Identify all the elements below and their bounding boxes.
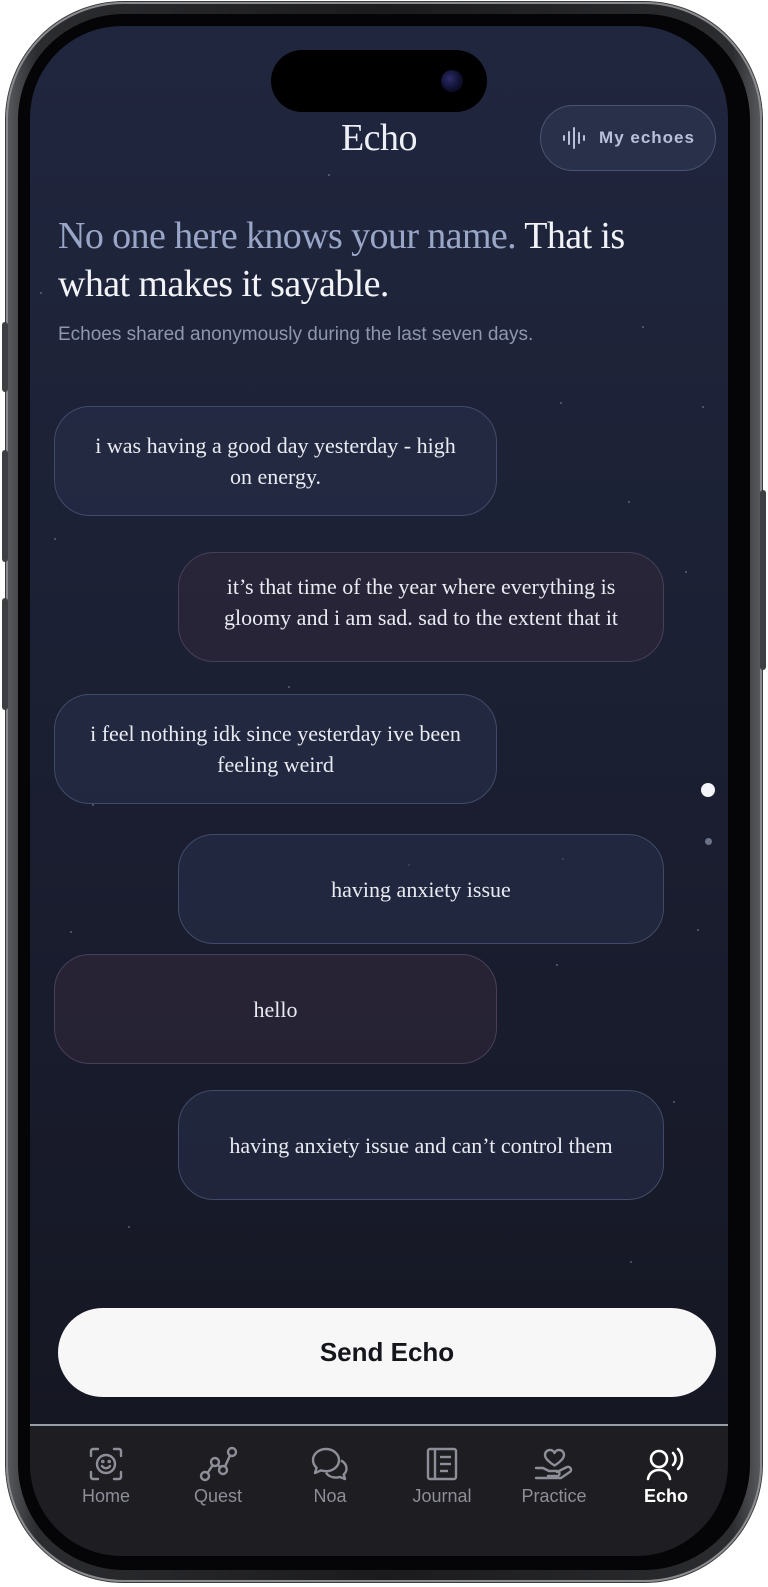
screen: Echo My echoes No one here knows your na… [30, 26, 728, 1556]
star [70, 931, 72, 933]
my-echoes-label: My echoes [599, 128, 695, 147]
star [288, 686, 290, 688]
page-indicator-inactive[interactable] [705, 838, 712, 845]
echo-bubble[interactable]: hello [54, 954, 497, 1064]
star [685, 571, 687, 573]
tab-label: Quest [193, 1486, 243, 1506]
my-echoes-button[interactable]: My echoes [540, 105, 716, 171]
echo-text: hello [253, 996, 298, 1022]
star [556, 964, 558, 966]
star [702, 406, 704, 408]
echo-text: i feel nothing idk since yesterday ive b… [90, 721, 461, 777]
tab-label: Noa [313, 1486, 347, 1506]
star [128, 1226, 130, 1228]
camera-lens-icon [441, 70, 463, 92]
tab-label: Practice [521, 1486, 587, 1506]
intro-heading: No one here knows your name. That is wha… [58, 212, 658, 308]
star [697, 929, 699, 931]
star [628, 501, 630, 503]
hand-heart-icon [534, 1448, 573, 1480]
star [560, 402, 562, 404]
star [673, 1101, 675, 1103]
star [328, 174, 330, 176]
echo-text: i was having a good day yesterday - high… [95, 433, 456, 489]
echo-bubble[interactable]: i feel nothing idk since yesterday ive b… [54, 694, 497, 804]
tab-journal[interactable]: Journal [387, 1446, 497, 1507]
tab-home[interactable]: Home [51, 1446, 161, 1507]
action-button [2, 322, 8, 392]
star [40, 292, 42, 294]
echo-text: it’s that time of the year where everyth… [223, 574, 619, 630]
notebook-icon [426, 1447, 458, 1481]
send-echo-button[interactable]: Send Echo [58, 1308, 716, 1397]
star [54, 538, 56, 540]
volume-up-button [2, 450, 8, 562]
echo-bubble[interactable]: i was having a good day yesterday - high… [54, 406, 497, 516]
star [92, 804, 94, 806]
intro-heading-muted: No one here knows your name. [58, 215, 517, 257]
echo-bubble[interactable]: having anxiety issue [178, 834, 664, 944]
speaking-head-icon [646, 1447, 684, 1481]
echo-bubble[interactable]: it’s that time of the year where everyth… [178, 552, 664, 662]
volume-down-button [2, 598, 8, 710]
dynamic-island [271, 50, 487, 112]
path-nodes-icon [199, 1446, 238, 1482]
echo-text: having anxiety issue and can’t control t… [229, 1132, 613, 1158]
echo-text: having anxiety issue [331, 876, 511, 902]
tab-practice[interactable]: Practice [499, 1446, 609, 1507]
tab-label: Journal [412, 1486, 472, 1506]
tab-noa[interactable]: Noa [275, 1446, 385, 1507]
chat-bubbles-icon [311, 1447, 348, 1481]
waveform-icon [563, 127, 586, 149]
page-indicator-active[interactable] [701, 783, 715, 797]
tab-label: Home [81, 1486, 130, 1506]
tab-echo[interactable]: Echo [611, 1446, 721, 1507]
tab-bar: Home Quest Noa Journal Practice Echo [30, 1424, 728, 1556]
echo-bubble[interactable]: having anxiety issue and can’t control t… [178, 1090, 664, 1200]
intro-subtext: Echoes shared anonymously during the las… [58, 324, 534, 345]
tab-quest[interactable]: Quest [163, 1446, 273, 1507]
power-button [760, 490, 766, 670]
tab-label: Echo [643, 1486, 688, 1506]
face-scan-icon [89, 1447, 123, 1481]
star [630, 1261, 632, 1263]
